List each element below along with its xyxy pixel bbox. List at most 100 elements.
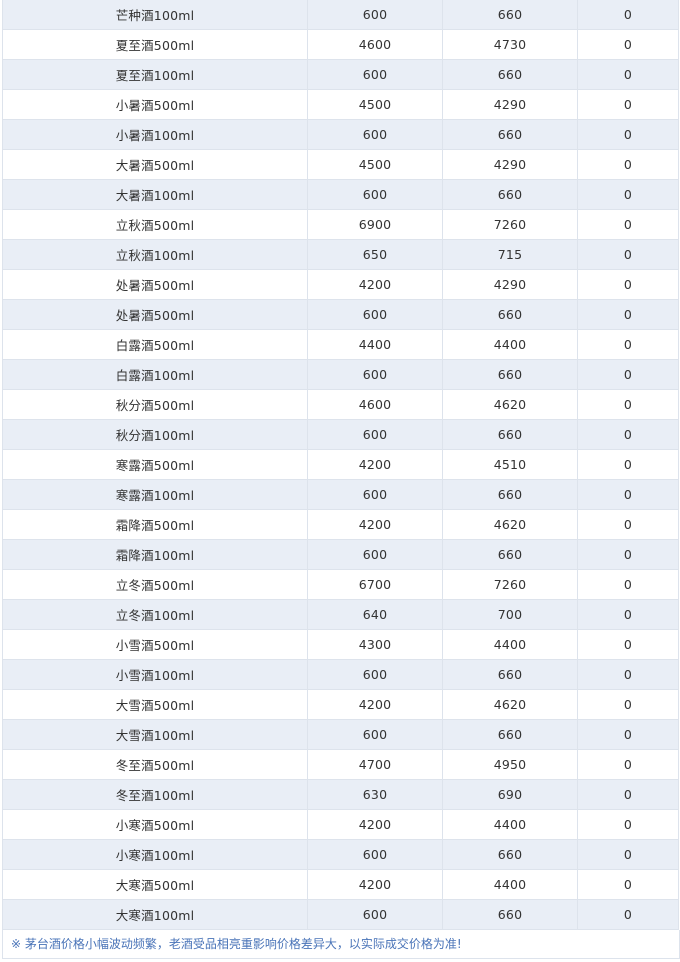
price-cell: 660 — [442, 719, 578, 750]
price-cell: 600 — [307, 839, 443, 870]
product-name-cell: 小暑酒500ml — [2, 89, 308, 120]
price-cell: 4500 — [307, 149, 443, 180]
table-row: 大雪酒100ml 600 660 0 — [2, 719, 679, 750]
price-cell: 4290 — [442, 89, 578, 120]
price-cell: 4620 — [442, 509, 578, 540]
product-name-cell: 小雪酒100ml — [2, 659, 308, 690]
table-row: 立冬酒500ml 6700 7260 0 — [2, 569, 679, 600]
price-cell: 4290 — [442, 269, 578, 300]
table-row: 大寒酒500ml 4200 4400 0 — [2, 869, 679, 900]
price-cell: 640 — [307, 599, 443, 630]
price-cell: 600 — [307, 419, 443, 450]
product-name-cell: 夏至酒100ml — [2, 59, 308, 90]
table-row: 冬至酒500ml 4700 4950 0 — [2, 749, 679, 780]
table-row: 小雪酒500ml 4300 4400 0 — [2, 629, 679, 660]
product-name-cell: 霜降酒100ml — [2, 539, 308, 570]
change-cell: 0 — [577, 59, 679, 90]
table-row: 小暑酒100ml 600 660 0 — [2, 119, 679, 150]
product-name-cell: 大雪酒100ml — [2, 719, 308, 750]
product-name-cell: 秋分酒100ml — [2, 419, 308, 450]
price-cell: 4400 — [442, 869, 578, 900]
product-name-cell: 冬至酒500ml — [2, 749, 308, 780]
change-cell: 0 — [577, 689, 679, 720]
price-cell: 660 — [442, 659, 578, 690]
change-cell: 0 — [577, 869, 679, 900]
price-cell: 600 — [307, 119, 443, 150]
price-cell: 600 — [307, 659, 443, 690]
table-row: 秋分酒100ml 600 660 0 — [2, 419, 679, 450]
change-cell: 0 — [577, 899, 679, 930]
table-row: 芒种酒100ml 600 660 0 — [2, 0, 679, 30]
change-cell: 0 — [577, 329, 679, 360]
price-cell: 4600 — [307, 389, 443, 420]
table-row: 夏至酒100ml 600 660 0 — [2, 59, 679, 90]
price-cell: 4600 — [307, 29, 443, 60]
price-cell: 690 — [442, 779, 578, 810]
change-cell: 0 — [577, 269, 679, 300]
table-row: 立秋酒100ml 650 715 0 — [2, 239, 679, 270]
price-cell: 4500 — [307, 89, 443, 120]
price-cell: 4200 — [307, 269, 443, 300]
table-row: 大暑酒100ml 600 660 0 — [2, 179, 679, 210]
product-name-cell: 夏至酒500ml — [2, 29, 308, 60]
price-cell: 650 — [307, 239, 443, 270]
table-row: 小雪酒100ml 600 660 0 — [2, 659, 679, 690]
price-cell: 4300 — [307, 629, 443, 660]
price-cell: 660 — [442, 359, 578, 390]
change-cell: 0 — [577, 389, 679, 420]
change-cell: 0 — [577, 119, 679, 150]
price-cell: 600 — [307, 299, 443, 330]
price-cell: 600 — [307, 359, 443, 390]
change-cell: 0 — [577, 299, 679, 330]
price-cell: 4620 — [442, 689, 578, 720]
product-name-cell: 小雪酒500ml — [2, 629, 308, 660]
price-cell: 4510 — [442, 449, 578, 480]
change-cell: 0 — [577, 629, 679, 660]
price-table: 芒种酒100ml 600 660 0 夏至酒500ml 4600 4730 0 夏至酒100ml… — [2, 0, 679, 930]
change-cell: 0 — [577, 239, 679, 270]
price-cell: 4730 — [442, 29, 578, 60]
change-cell: 0 — [577, 359, 679, 390]
price-disclaimer-note: ※ 茅台酒价格小幅波动频繁，老酒受品相亮重影响价格差异大，以实际成交价格为准! — [2, 930, 680, 959]
change-cell: 0 — [577, 479, 679, 510]
change-cell: 0 — [577, 449, 679, 480]
table-row: 霜降酒500ml 4200 4620 0 — [2, 509, 679, 540]
table-row: 白露酒500ml 4400 4400 0 — [2, 329, 679, 360]
price-cell: 7260 — [442, 209, 578, 240]
product-name-cell: 立秋酒100ml — [2, 239, 308, 270]
table-row: 寒露酒500ml 4200 4510 0 — [2, 449, 679, 480]
table-row: 秋分酒500ml 4600 4620 0 — [2, 389, 679, 420]
price-cell: 600 — [307, 179, 443, 210]
product-name-cell: 小寒酒100ml — [2, 839, 308, 870]
table-row: 大雪酒500ml 4200 4620 0 — [2, 689, 679, 720]
product-name-cell: 冬至酒100ml — [2, 779, 308, 810]
table-row: 小暑酒500ml 4500 4290 0 — [2, 89, 679, 120]
product-name-cell: 白露酒100ml — [2, 359, 308, 390]
price-cell: 660 — [442, 539, 578, 570]
change-cell: 0 — [577, 569, 679, 600]
price-cell: 6700 — [307, 569, 443, 600]
change-cell: 0 — [577, 539, 679, 570]
price-cell: 600 — [307, 479, 443, 510]
change-cell: 0 — [577, 659, 679, 690]
price-cell: 660 — [442, 119, 578, 150]
change-cell: 0 — [577, 749, 679, 780]
table-row: 霜降酒100ml 600 660 0 — [2, 539, 679, 570]
product-name-cell: 立秋酒500ml — [2, 209, 308, 240]
price-cell: 660 — [442, 179, 578, 210]
product-name-cell: 寒露酒100ml — [2, 479, 308, 510]
product-name-cell: 大雪酒500ml — [2, 689, 308, 720]
change-cell: 0 — [577, 599, 679, 630]
price-cell: 4400 — [442, 329, 578, 360]
change-cell: 0 — [577, 509, 679, 540]
table-row: 寒露酒100ml 600 660 0 — [2, 479, 679, 510]
price-table-body: 芒种酒100ml 600 660 0 夏至酒500ml 4600 4730 0 夏至酒100ml… — [2, 0, 679, 930]
change-cell: 0 — [577, 179, 679, 210]
change-cell: 0 — [577, 839, 679, 870]
price-cell: 4400 — [307, 329, 443, 360]
table-row: 处暑酒500ml 4200 4290 0 — [2, 269, 679, 300]
product-name-cell: 大暑酒500ml — [2, 149, 308, 180]
table-row: 处暑酒500ml 600 660 0 — [2, 299, 679, 330]
price-cell: 4400 — [442, 629, 578, 660]
table-row: 小寒酒100ml 600 660 0 — [2, 839, 679, 870]
